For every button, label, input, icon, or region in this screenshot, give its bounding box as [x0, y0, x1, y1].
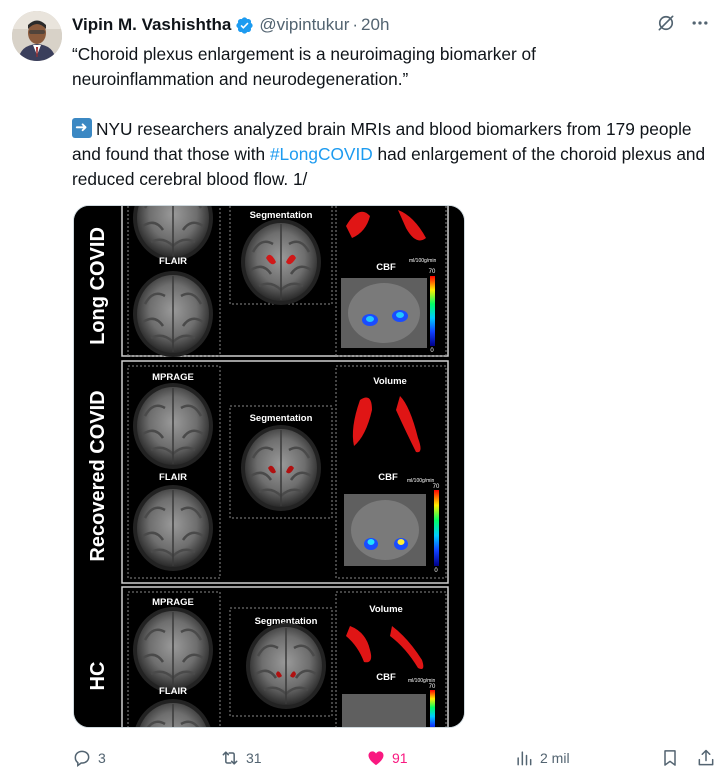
separator-dot: · [352, 15, 359, 34]
hashtag-link[interactable]: #LongCOVID [270, 144, 373, 164]
repost-button[interactable]: 31 [220, 748, 262, 768]
reply-button[interactable]: 3 [72, 748, 106, 768]
flair-label-2: FLAIR [159, 472, 187, 483]
more-options-icon[interactable] [690, 13, 710, 33]
like-button[interactable]: 91 [366, 748, 408, 768]
avatar[interactable] [12, 11, 62, 61]
reply-count: 3 [98, 750, 106, 766]
repost-count: 31 [246, 750, 262, 766]
cbf-label-1: CBF [376, 262, 396, 273]
quote-line-1: “Choroid plexus enlargement is a neuroim… [72, 44, 536, 64]
volume-label-2: Volume [373, 376, 407, 387]
cbf-unit-1: ml/100g/min [409, 258, 436, 264]
mprage-label-3: MPRAGE [152, 597, 194, 608]
tweet-header: Vipin M. Vashishtha @vipintukur · 20h [72, 13, 710, 37]
grok-icon[interactable] [656, 13, 676, 33]
timestamp[interactable]: 20h [361, 15, 389, 35]
volume-label-3: Volume [369, 604, 403, 615]
share-icon [698, 749, 714, 766]
cbf-unit-2: ml/100g/min [407, 478, 434, 484]
like-count: 91 [392, 750, 408, 766]
row-label-hc: HC [87, 662, 109, 691]
views-button[interactable]: 2 mil [514, 748, 570, 768]
reply-icon [74, 750, 90, 767]
views-chart-icon [517, 751, 532, 766]
mprage-label-2: MPRAGE [152, 372, 194, 383]
scale-max-3: 70 [429, 684, 436, 690]
cbf-label-2: CBF [378, 472, 398, 483]
author-handle[interactable]: @vipintukur [259, 15, 349, 35]
tweet-text: “Choroid plexus enlargement is a neuroim… [72, 42, 712, 192]
flair-label-3: FLAIR [159, 686, 187, 697]
row-label-recovered-covid: Recovered COVID [87, 390, 109, 561]
scale-max-1: 70 [429, 269, 436, 275]
row-label-long-covid: Long COVID [87, 227, 109, 345]
scale-max-2: 70 [433, 484, 440, 490]
bookmark-button[interactable] [660, 748, 680, 768]
flair-label-1: FLAIR [159, 256, 187, 267]
right-arrow-emoji-icon [72, 118, 92, 138]
verified-badge-icon [236, 16, 253, 34]
quote-line-2: neuroinflammation and neurodegeneration.… [72, 69, 409, 89]
segmentation-label-2: Segmentation [250, 413, 313, 424]
cbf-label-3: CBF [376, 672, 396, 683]
tweet-body: NYU researchers analyzed brain MRIs and … [72, 117, 712, 192]
author-name[interactable]: Vipin M. Vashishtha [72, 15, 231, 35]
tweet-image[interactable]: Long COVID Recovered COVID HC FLAIR Segm… [73, 205, 465, 728]
views-count: 2 mil [540, 750, 570, 766]
repost-icon [222, 751, 238, 765]
share-button[interactable] [696, 748, 716, 768]
action-bar: 3 31 91 2 mil [72, 744, 718, 772]
heart-icon [368, 751, 384, 766]
bookmark-icon [664, 750, 676, 766]
